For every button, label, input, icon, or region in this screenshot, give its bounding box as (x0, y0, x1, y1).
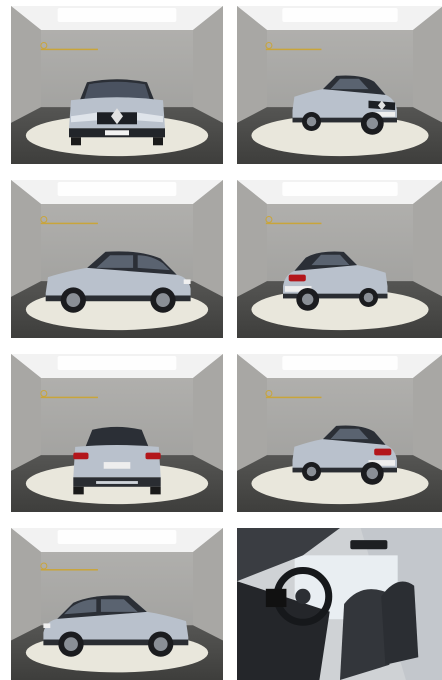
car-photo-image (237, 180, 442, 338)
photo-thumbnail-interior[interactable] (237, 528, 442, 680)
car-photo-image (237, 354, 442, 512)
car-photo-image (11, 354, 223, 512)
car-photo-image (237, 528, 442, 680)
car-photo-image (11, 528, 223, 680)
photo-thumbnail-front[interactable] (11, 6, 223, 164)
photo-thumbnail-rear[interactable] (11, 354, 223, 512)
photo-thumbnail-front-right[interactable] (237, 6, 442, 164)
photo-gallery-grid (0, 0, 442, 680)
photo-thumbnail-side-left[interactable] (11, 528, 223, 680)
photo-thumbnail-rear-right[interactable] (237, 180, 442, 338)
car-photo-image (237, 6, 442, 164)
car-photo-image (11, 180, 223, 338)
car-photo-image (11, 6, 223, 164)
photo-thumbnail-side-right[interactable] (11, 180, 223, 338)
photo-thumbnail-rear-left[interactable] (237, 354, 442, 512)
